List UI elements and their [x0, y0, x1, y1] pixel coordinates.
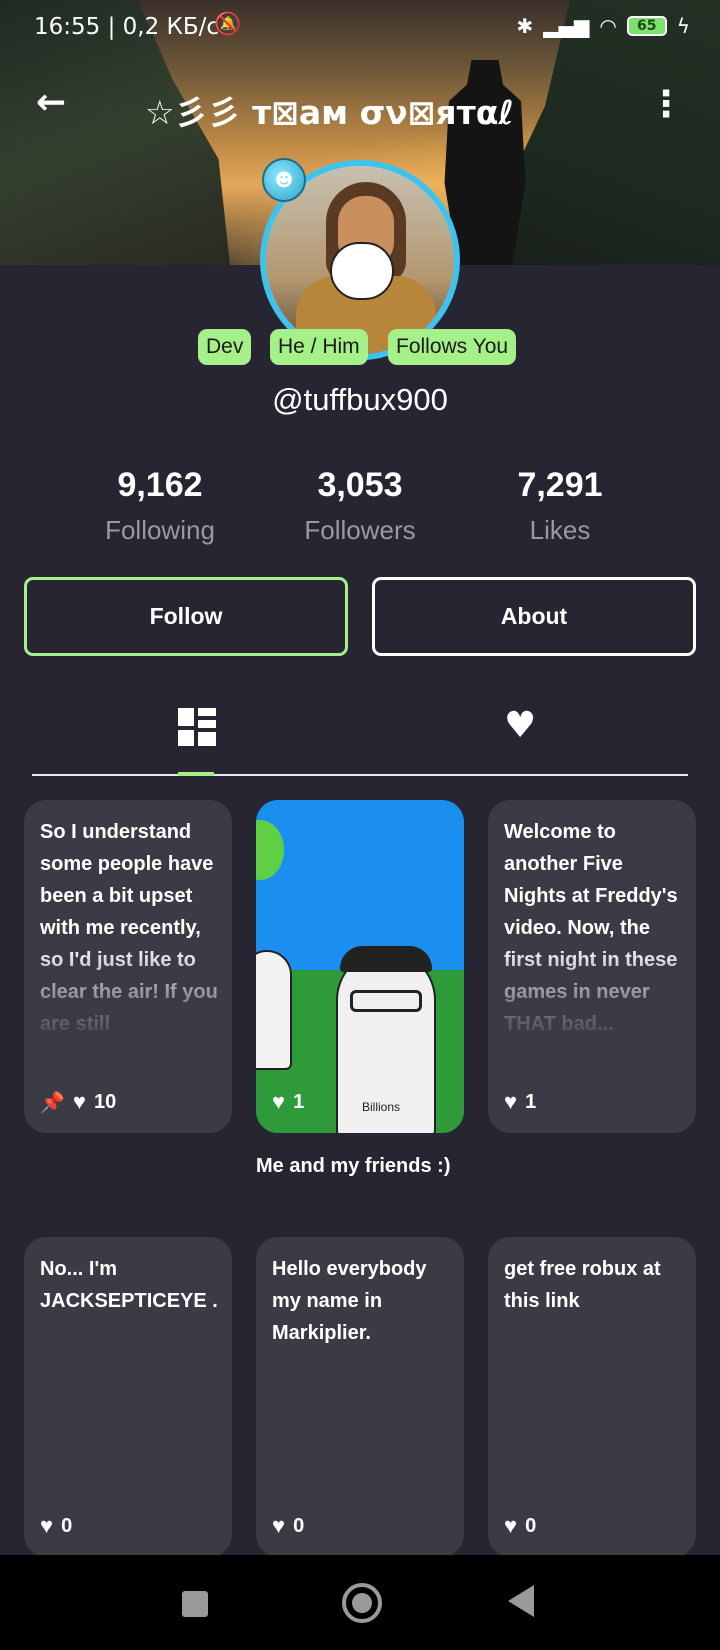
heart-icon[interactable]: ♥ [272, 1513, 285, 1539]
back-arrow-icon[interactable]: ← [36, 82, 66, 123]
post-meta: ♥ 0 [40, 1513, 72, 1539]
post-like-count: 1 [525, 1090, 537, 1113]
heart-icon[interactable]: ♥ [504, 1513, 517, 1539]
status-time: 16:55 | 0,2 КБ/с [34, 14, 220, 40]
active-tab-indicator [178, 772, 214, 776]
post-card[interactable]: get free robux at this link ♥ 0 [488, 1237, 696, 1557]
bluetooth-icon: ✱ [516, 14, 534, 38]
post-meta: ♥ 0 [504, 1513, 536, 1539]
stat-likes-label: Likes [529, 515, 591, 545]
profile-tabs: ♥ [32, 700, 688, 776]
tag-pronouns: He / Him [270, 329, 368, 365]
post-like-count: 0 [525, 1514, 537, 1537]
back-triangle-icon[interactable] [508, 1585, 534, 1617]
home-circle-icon[interactable] [342, 1583, 382, 1623]
post-text: No... I'm JACKSEPTICEYE . [40, 1258, 218, 1312]
post-card[interactable]: So I understand some people have been a … [24, 800, 232, 1133]
stat-following[interactable]: 9,162 Following [60, 466, 260, 546]
stat-followers-value: 3,053 [317, 466, 403, 504]
post-meta: ♥ 0 [272, 1513, 304, 1539]
post-text: So I understand some people have been a … [40, 821, 218, 1035]
signal-icon: ▂▄▆ [543, 14, 590, 38]
post-like-count: 0 [61, 1514, 73, 1537]
post-card-image[interactable]: Billions ♥ 1 [256, 800, 464, 1133]
system-nav-bar [0, 1555, 720, 1650]
status-icons: ✱ ▂▄▆ ◠ 65 ϟ [516, 14, 690, 38]
post-card[interactable]: Hello everybody my name in Markiplier. ♥… [256, 1237, 464, 1557]
post-card[interactable]: Welcome to another Five Nights at Freddy… [488, 800, 696, 1133]
heart-icon[interactable]: ♥ [73, 1089, 86, 1115]
profile-nickname: ☆彡彡 т⊠ам σν⊠ятαℓ [145, 93, 514, 132]
post-like-count: 1 [293, 1090, 305, 1113]
post-like-count: 0 [293, 1514, 305, 1537]
stat-following-value: 9,162 [117, 466, 203, 504]
profile-tags: Dev He / Him Follows You [0, 329, 720, 365]
post-like-count: 10 [93, 1090, 117, 1113]
profile-handle: @tuffbux900 [272, 382, 448, 417]
battery-icon: 65 [626, 16, 667, 36]
heart-icon[interactable]: ♥ [504, 708, 536, 744]
post-meta: ♥ 1 [272, 1089, 304, 1115]
status-bar: 16:55 | 0,2 КБ/с 🔕 ✱ ▂▄▆ ◠ 65 ϟ [0, 0, 720, 56]
post-caption: Me and my friends :) [256, 1155, 451, 1177]
post-text: Hello everybody my name in Markiplier. [272, 1258, 427, 1344]
post-card[interactable]: No... I'm JACKSEPTICEYE . ♥ 0 [24, 1237, 232, 1557]
tag-follows-you: Follows You [388, 329, 517, 365]
post-text: Welcome to another Five Nights at Freddy… [504, 821, 678, 1035]
pin-icon: 📌 [40, 1091, 65, 1114]
post-text: get free robux at this link [504, 1258, 661, 1312]
heart-icon[interactable]: ♥ [504, 1089, 517, 1115]
stat-likes[interactable]: 7,291 Likes [460, 466, 660, 546]
stat-followers-label: Followers [304, 515, 416, 545]
about-button[interactable]: About [372, 577, 696, 656]
stat-following-label: Following [105, 515, 215, 545]
post-meta: ♥ 1 [504, 1089, 536, 1115]
heart-icon[interactable]: ♥ [40, 1513, 53, 1539]
image-shirt-text: Billions [362, 1100, 401, 1114]
posts-grid-icon[interactable] [178, 708, 216, 746]
muted-bell-icon: 🔕 [214, 12, 242, 37]
wifi-icon: ◠ [599, 14, 617, 38]
heart-icon[interactable]: ♥ [272, 1089, 285, 1115]
tag-dev: Dev [198, 329, 252, 365]
recents-square-icon[interactable] [182, 1591, 208, 1617]
charging-icon: ϟ [676, 14, 690, 38]
avatar-frame-sticker-icon: ☻ [262, 158, 306, 202]
stat-followers[interactable]: 3,053 Followers [260, 466, 460, 546]
more-options-icon[interactable]: ⋮ [648, 84, 684, 125]
post-meta: 📌 ♥ 10 [40, 1089, 116, 1115]
stat-likes-value: 7,291 [517, 466, 603, 504]
top-bar: ← ☆彡彡 т⊠ам σν⊠ятαℓ ⋮ [0, 76, 720, 136]
follow-button[interactable]: Follow [24, 577, 348, 656]
